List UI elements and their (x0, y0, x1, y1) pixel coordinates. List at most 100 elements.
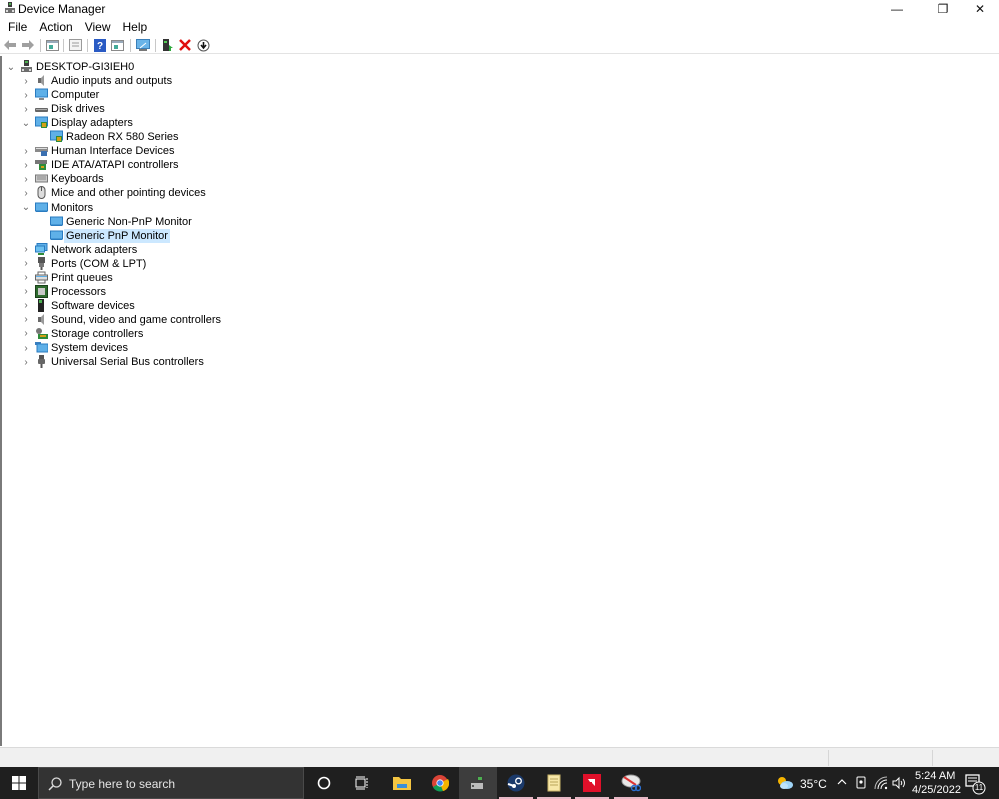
tree-item-label: Generic Non-PnP Monitor (66, 215, 192, 228)
chevron-right-icon[interactable]: › (21, 257, 31, 271)
tree-category[interactable]: ⌄ Display adapters (2, 116, 402, 130)
clock-time[interactable]: 5:24 AM (915, 770, 955, 782)
device-manager-taskbar-icon (469, 775, 487, 791)
tree-item-label: Ports (COM & LPT) (51, 257, 147, 270)
toolbar-separator (130, 39, 131, 52)
show-hide-console-tree-button[interactable] (45, 38, 59, 52)
tree-category[interactable]: › Print queues (2, 271, 402, 285)
tree-category[interactable]: › Network adapters (2, 242, 402, 257)
chevron-right-icon[interactable]: › (21, 341, 31, 355)
tree-category[interactable]: › Software devices (2, 298, 402, 313)
forward-button[interactable] (21, 38, 35, 52)
disk-drive-icon (35, 102, 48, 115)
tree-category[interactable]: ⌄ Monitors (2, 201, 402, 215)
chevron-right-icon[interactable]: › (21, 88, 31, 102)
tree-category[interactable]: › Computer (2, 88, 402, 102)
chevron-right-icon[interactable]: › (21, 327, 31, 341)
menu-file[interactable]: File (4, 18, 31, 36)
restore-icon: ❐ (937, 2, 949, 16)
tree-category[interactable]: › Mice and other pointing devices (2, 186, 402, 200)
chevron-down-icon[interactable]: ⌄ (6, 60, 16, 74)
menu-action[interactable]: Action (35, 18, 76, 36)
chevron-right-icon[interactable]: › (21, 102, 31, 116)
weather-temperature[interactable]: 35°C (800, 777, 827, 791)
tree-category[interactable]: › Processors (2, 284, 402, 299)
help-button[interactable]: ? (93, 38, 107, 52)
start-button[interactable] (0, 767, 38, 799)
tree-category[interactable]: › Audio inputs and outputs (2, 74, 402, 88)
tree-item-label: Software devices (51, 299, 135, 312)
tree-category[interactable]: › Sound, video and game controllers (2, 313, 402, 327)
tree-device[interactable]: Generic PnP Monitor (2, 228, 402, 243)
network-icon[interactable] (874, 776, 888, 790)
software-device-icon (35, 298, 48, 312)
disable-device-icon (197, 39, 209, 51)
chevron-right-icon[interactable]: › (21, 355, 31, 369)
tree-category[interactable]: › IDE ATA/ATAPI controllers (2, 158, 402, 172)
tree-category[interactable]: › Human Interface Devices (2, 144, 402, 158)
properties-button[interactable] (68, 38, 82, 52)
taskbar-app-button[interactable] (459, 767, 497, 799)
back-button[interactable] (3, 38, 17, 52)
action-center-button[interactable]: 11 (964, 773, 986, 795)
close-icon: ✕ (974, 2, 986, 16)
restore-button[interactable]: ❐ (926, 0, 960, 18)
tree-item-label: Generic PnP Monitor (64, 228, 170, 243)
network-adapter-icon (35, 242, 48, 256)
tree-device[interactable]: Radeon RX 580 Series (2, 130, 402, 144)
clock-date[interactable]: 4/25/2022 (912, 784, 961, 796)
volume-icon[interactable] (892, 776, 907, 790)
update-driver-button[interactable] (161, 38, 175, 52)
chevron-right-icon[interactable]: › (21, 313, 31, 327)
scan-hardware-changes-button[interactable] (136, 38, 150, 52)
close-button[interactable]: ✕ (963, 0, 997, 18)
tree-category[interactable]: › System devices (2, 341, 402, 355)
menu-view[interactable]: View (81, 18, 115, 36)
uninstall-device-button[interactable] (178, 38, 192, 52)
monitor-icon (50, 229, 63, 242)
tree-category[interactable]: › Universal Serial Bus controllers (2, 355, 402, 369)
chevron-right-icon[interactable]: › (21, 285, 31, 299)
tree-item-label: Keyboards (51, 173, 104, 186)
chevron-right-icon[interactable]: › (21, 243, 31, 257)
chevron-right-icon[interactable]: › (21, 271, 31, 285)
taskbar-app-button[interactable] (535, 767, 573, 799)
tree-root[interactable]: ⌄ DESKTOP-GI3IEH0 (2, 60, 302, 74)
taskbar-app-button[interactable] (383, 767, 421, 799)
tree-device[interactable]: Generic Non-PnP Monitor (2, 215, 402, 229)
weather-icon[interactable] (776, 776, 794, 790)
chevron-down-icon[interactable]: ⌄ (21, 201, 31, 215)
tree-category[interactable]: › Ports (COM & LPT) (2, 256, 402, 271)
taskbar-app-button[interactable] (421, 767, 459, 799)
tree-item-label: DESKTOP-GI3IEH0 (36, 61, 135, 73)
tree-category[interactable]: › Disk drives (2, 102, 402, 116)
minimize-button[interactable]: — (880, 0, 914, 18)
keyboard-icon (35, 172, 48, 185)
chevron-right-icon[interactable]: › (21, 186, 31, 200)
chevron-down-icon[interactable]: ⌄ (21, 116, 31, 130)
show-hidden-icons-chevron-icon[interactable] (837, 778, 847, 786)
amd-radeon-icon (583, 774, 601, 792)
chevron-right-icon[interactable]: › (21, 299, 31, 313)
meet-now-icon[interactable] (856, 776, 867, 790)
display-adapter-icon (50, 130, 63, 143)
chevron-right-icon[interactable]: › (21, 144, 31, 158)
taskbar-app-button[interactable] (573, 767, 611, 799)
chevron-right-icon[interactable]: › (21, 172, 31, 186)
tree-category[interactable]: › Keyboards (2, 172, 402, 186)
update-driver-icon (163, 38, 173, 51)
show-action-pane-button[interactable] (110, 38, 124, 52)
chevron-right-icon[interactable]: › (21, 158, 31, 172)
chevron-right-icon[interactable]: › (21, 74, 31, 88)
tree-category[interactable]: › Storage controllers (2, 327, 402, 341)
taskbar-app-button[interactable] (612, 767, 650, 799)
taskbar-search-box[interactable]: Type here to search (38, 767, 304, 799)
system-devices-icon (35, 341, 49, 354)
disable-device-button[interactable] (196, 38, 210, 52)
tree-item-label: Audio inputs and outputs (51, 75, 173, 88)
taskbar-app-button[interactable] (497, 767, 535, 799)
taskbar-app-button[interactable] (343, 767, 381, 799)
menu-help[interactable]: Help (119, 18, 152, 36)
taskbar-app-button[interactable] (305, 767, 343, 799)
display-adapter-icon (35, 116, 48, 129)
